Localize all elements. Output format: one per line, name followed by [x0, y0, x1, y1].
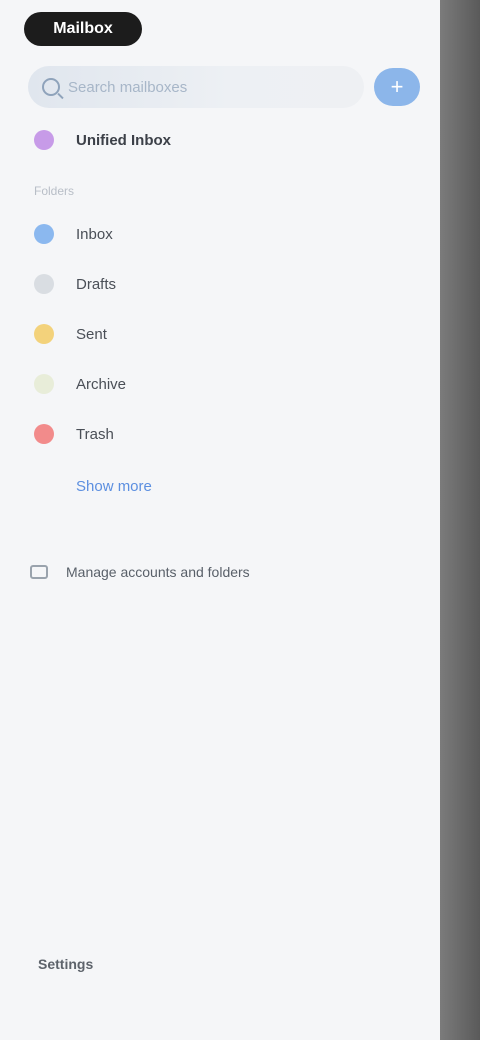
inbox-icon: [34, 224, 54, 244]
sidebar-item-unified-inbox[interactable]: Unified Inbox: [34, 124, 171, 156]
settings-link[interactable]: Settings: [38, 956, 93, 972]
sidebar-item-label: Sent: [76, 325, 107, 343]
sidebar-item-label: Unified Inbox: [76, 131, 171, 149]
manage-folders-button[interactable]: Manage accounts and folders: [30, 556, 250, 588]
search-input[interactable]: Search mailboxes: [28, 66, 364, 108]
compose-button[interactable]: +: [374, 68, 420, 106]
section-divider: Folders: [34, 184, 75, 198]
sent-icon: [34, 324, 54, 344]
trash-icon: [34, 424, 54, 444]
sidebar-item-trash[interactable]: Trash: [34, 418, 114, 450]
sidebar-item-label: Archive: [76, 375, 127, 393]
search-icon: [42, 78, 60, 96]
search-placeholder: Search mailboxes: [68, 78, 188, 96]
archive-icon: [34, 374, 54, 394]
show-more-link[interactable]: Show more: [76, 470, 152, 502]
folder-color-icon: [34, 130, 54, 150]
show-more-label: Show more: [76, 477, 152, 495]
sidebar-panel: Mailbox Search mailboxes + Unified Inbox…: [0, 0, 440, 1040]
sidebar-item-inbox[interactable]: Inbox: [34, 218, 113, 250]
drafts-icon: [34, 274, 54, 294]
sidebar-item-drafts[interactable]: Drafts: [34, 268, 116, 300]
folder-settings-icon: [30, 565, 48, 579]
sidebar-item-sent[interactable]: Sent: [34, 318, 107, 350]
sidebar-item-archive[interactable]: Archive: [34, 368, 126, 400]
overlay-backdrop[interactable]: [440, 0, 480, 1040]
manage-folders-label: Manage accounts and folders: [66, 564, 250, 580]
sidebar-item-label: Inbox: [76, 225, 113, 243]
sidebar-item-label: Drafts: [76, 275, 117, 293]
app-title: Mailbox: [24, 12, 142, 46]
sidebar-item-label: Trash: [76, 425, 114, 443]
